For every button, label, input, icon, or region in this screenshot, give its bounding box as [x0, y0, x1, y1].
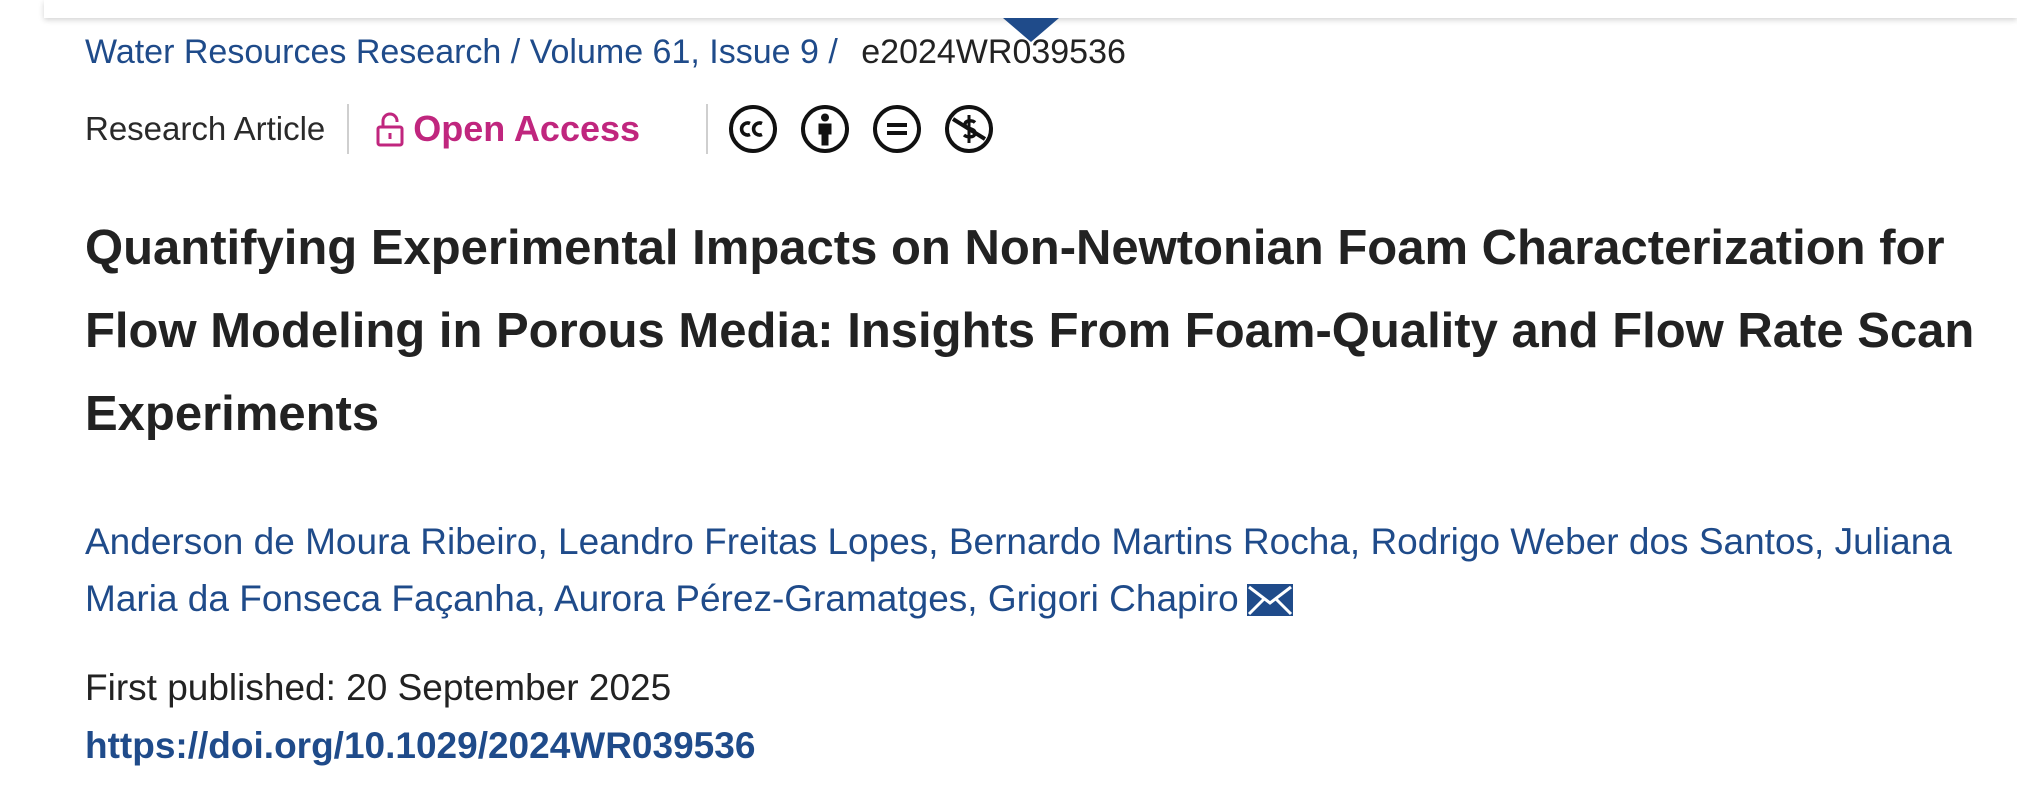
author-link[interactable]: Bernardo Martins Rocha — [949, 521, 1350, 562]
license-icons — [728, 104, 1016, 154]
first-published-date: First published: 20 September 2025 — [85, 667, 672, 708]
author-separator: , — [535, 578, 546, 619]
article-type-label: Research Article — [85, 110, 326, 147]
open-lock-icon — [376, 112, 404, 147]
open-access-label: Open Access — [413, 108, 641, 149]
author-link[interactable]: Aurora Pérez-Gramatges — [554, 578, 967, 619]
open-access-badge: Open Access — [375, 108, 640, 150]
article-id: e2024WR039536 — [861, 33, 1126, 71]
author-separator: , — [928, 521, 939, 562]
no-derivatives-icon[interactable] — [872, 104, 922, 154]
author-link[interactable]: Anderson de Moura Ribeiro — [85, 521, 537, 562]
article-title: Quantifying Experimental Impacts on Non-… — [85, 221, 1975, 441]
author-separator: , — [1814, 521, 1825, 562]
breadcrumb: Water Resources Research / Volume 61, Is… — [85, 30, 1126, 74]
doi-link[interactable]: https://doi.org/10.1029/2024WR039536 — [85, 718, 755, 774]
author-link[interactable]: Leandro Freitas Lopes — [558, 521, 928, 562]
breadcrumb-separator: / — [828, 33, 838, 71]
breadcrumb-journal-link[interactable]: Water Resources Research — [85, 33, 501, 71]
breadcrumb-separator: / — [510, 33, 521, 71]
author-separator: , — [537, 521, 548, 562]
non-commercial-icon[interactable] — [944, 104, 994, 154]
author-separator: , — [1349, 521, 1361, 562]
corresponding-author-link[interactable]: Grigori Chapiro — [988, 578, 1239, 619]
header-bar-edge — [44, 0, 2017, 18]
author-list: Anderson de Moura Ribeiro, Leandro Freit… — [85, 513, 1985, 627]
author-separator: , — [967, 578, 978, 619]
attribution-icon[interactable] — [800, 104, 850, 154]
divider — [706, 104, 709, 154]
cc-icon[interactable] — [728, 104, 778, 154]
mail-icon[interactable] — [1246, 584, 1293, 616]
author-link[interactable]: Rodrigo Weber dos Santos — [1370, 521, 1814, 562]
breadcrumb-volume-issue-link[interactable]: Volume 61, Issue 9 — [530, 33, 819, 71]
article-meta-row: Research Article Open Access — [85, 100, 1016, 158]
divider — [347, 104, 350, 154]
